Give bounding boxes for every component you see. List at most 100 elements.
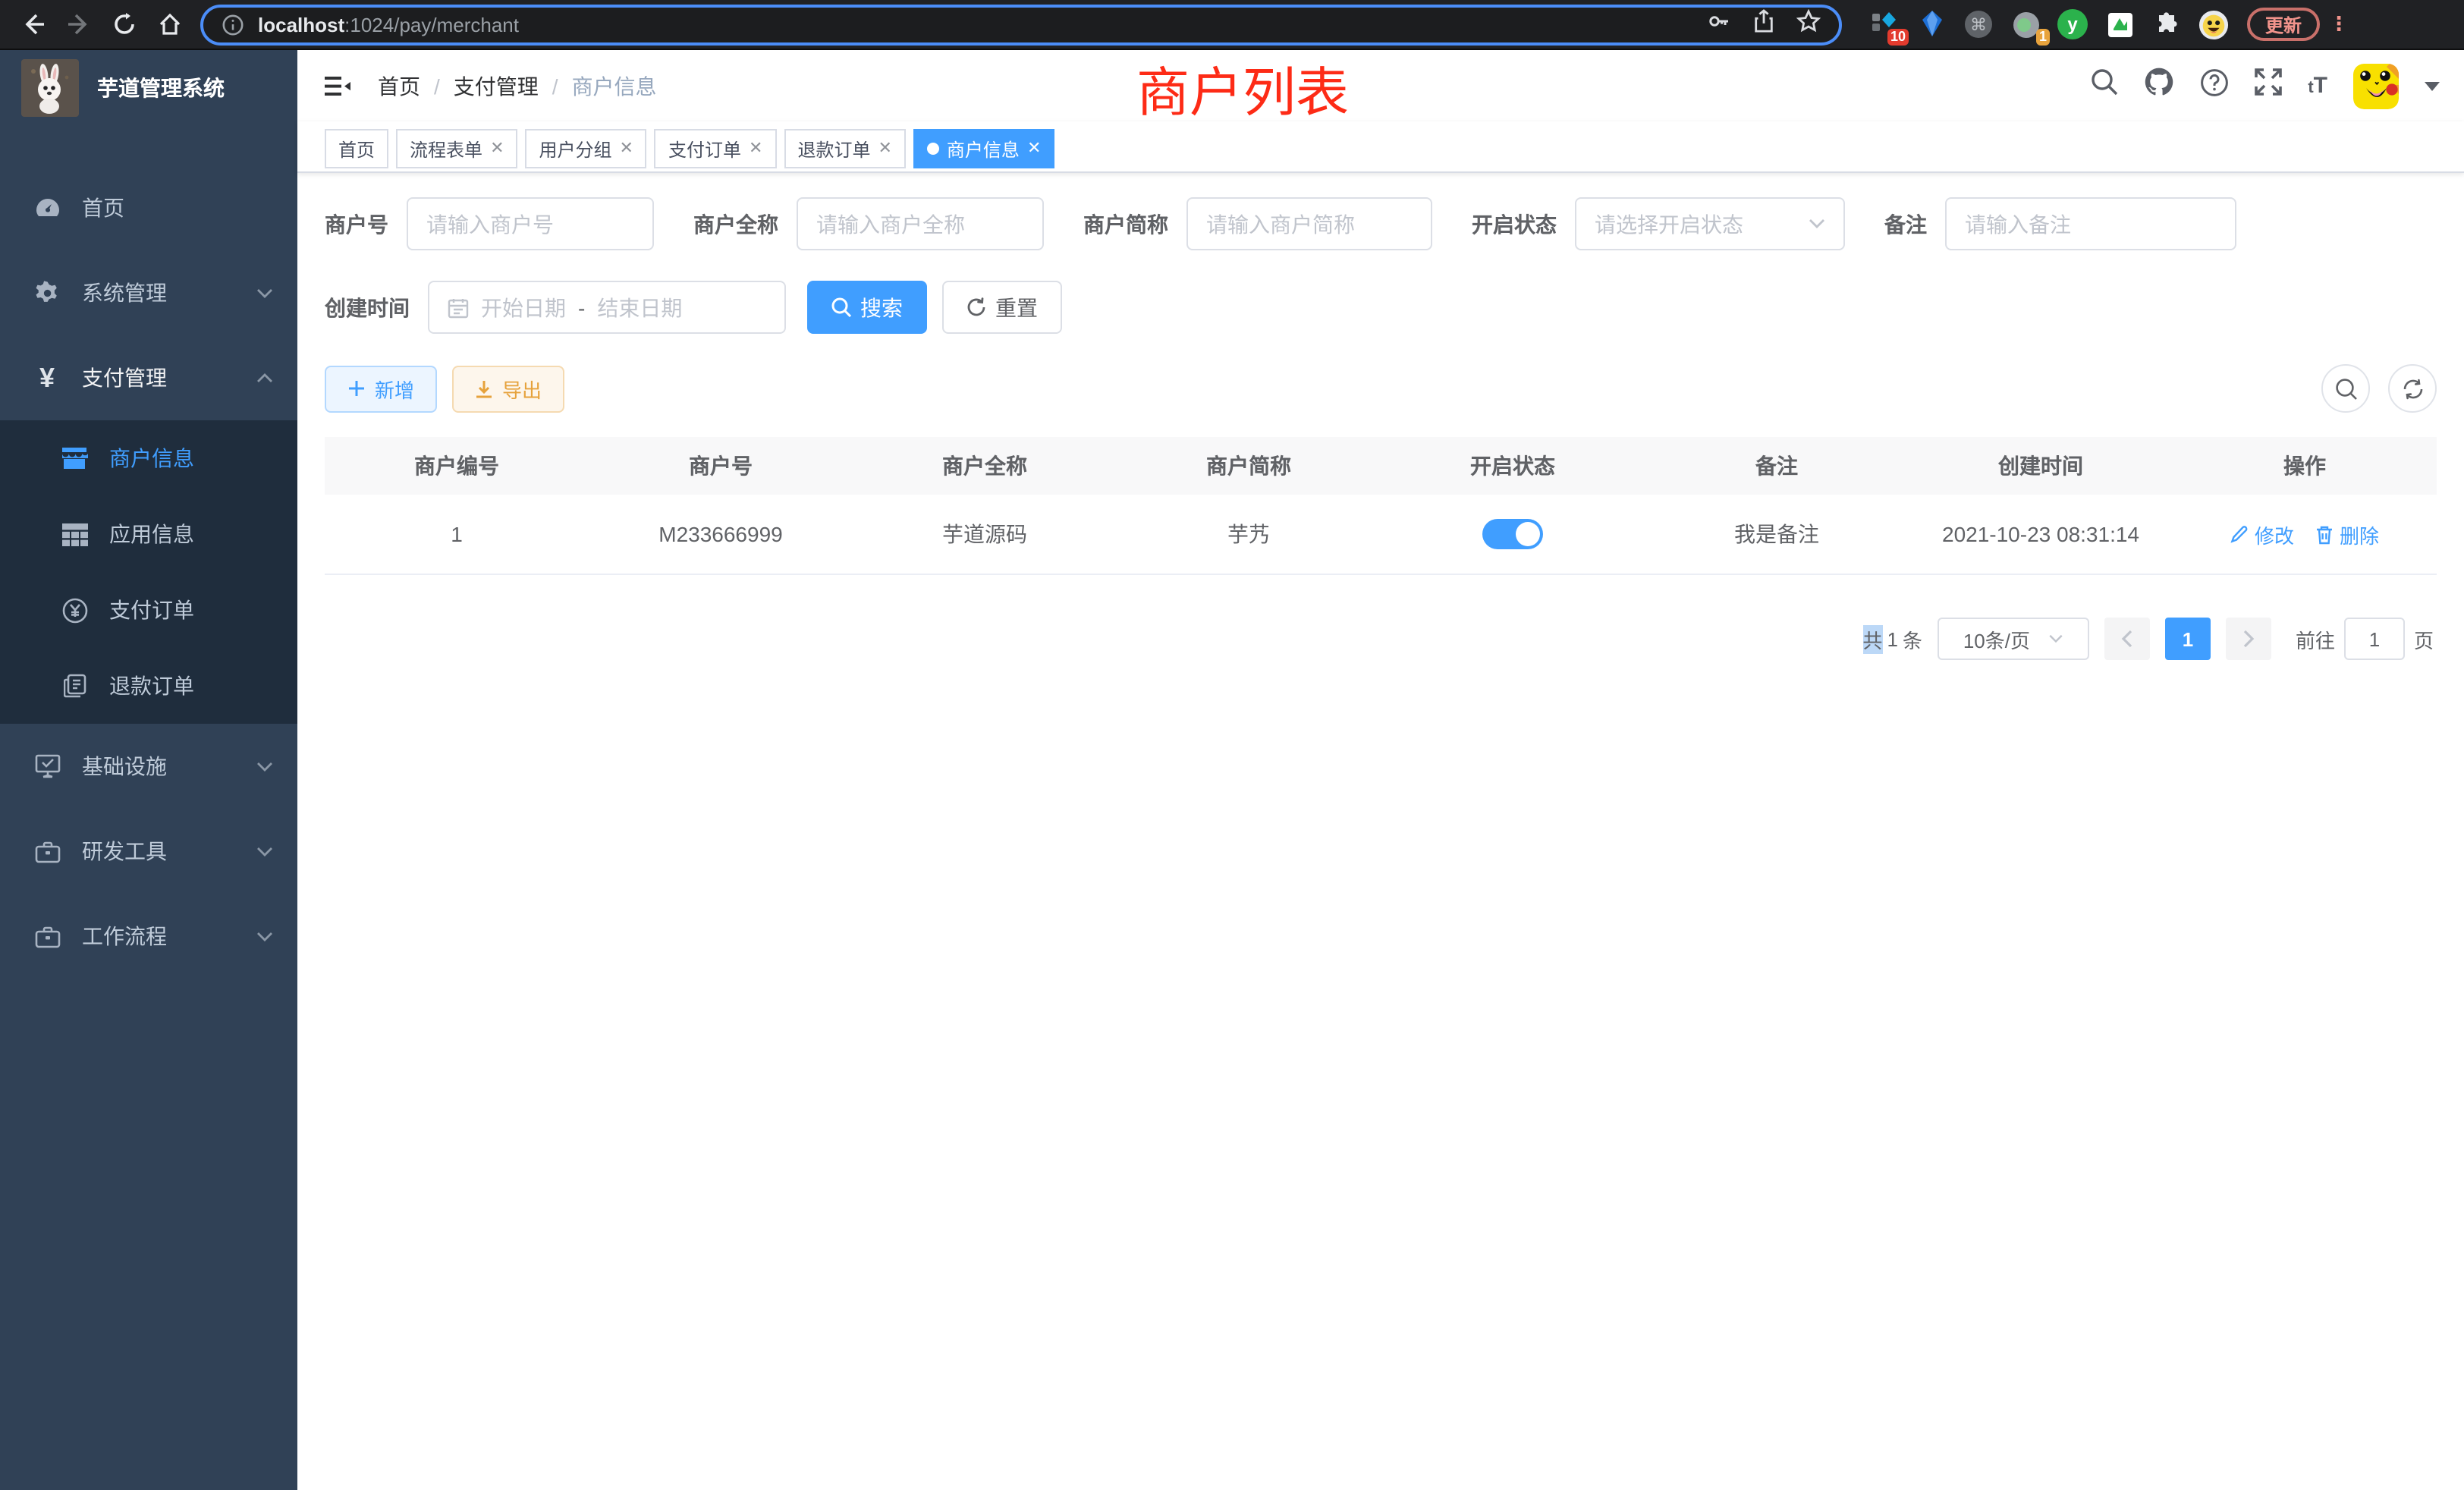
extension-circle-icon[interactable]: 1: [2010, 9, 2041, 39]
extension-command-icon[interactable]: ⌘: [1963, 9, 1994, 39]
document-icon: [61, 674, 88, 698]
toolbox-icon: [33, 840, 61, 863]
create-time-label: 创建时间: [325, 292, 410, 322]
extensions-puzzle-icon[interactable]: [2151, 9, 2182, 39]
create-time-range-picker[interactable]: 开始日期 - 结束日期: [428, 281, 786, 334]
page-number-button[interactable]: 1: [2165, 618, 2211, 660]
tab-merchant-info[interactable]: 商户信息✕: [913, 129, 1054, 168]
breadcrumb-home[interactable]: 首页: [378, 71, 420, 101]
search-icon[interactable]: [2091, 68, 2118, 103]
sidebar-item-home[interactable]: 首页: [0, 165, 297, 250]
avatar-caret-icon[interactable]: [2425, 81, 2440, 90]
sidebar-item-workflow[interactable]: 工作流程: [0, 894, 297, 979]
sidebar-item-label: 商户信息: [109, 443, 194, 473]
sidebar-item-label: 首页: [82, 193, 124, 223]
sidebar-item-label: 支付订单: [109, 595, 194, 625]
font-size-icon[interactable]: tT: [2308, 73, 2327, 99]
browser-home-icon[interactable]: [152, 6, 188, 42]
breadcrumb-pay[interactable]: 支付管理: [454, 71, 539, 101]
merchant-no-input[interactable]: [407, 197, 654, 250]
full-name-input[interactable]: [797, 197, 1044, 250]
merchant-no-label: 商户号: [325, 209, 388, 239]
delete-link[interactable]: 删除: [2315, 520, 2379, 549]
sidebar-fold-icon[interactable]: [325, 75, 350, 96]
sidebar-item-pay-order[interactable]: 支付订单: [0, 572, 297, 648]
add-button[interactable]: 新增: [325, 365, 437, 412]
sidebar-item-pay[interactable]: ¥ 支付管理: [0, 335, 297, 420]
refresh-table-button[interactable]: [2388, 364, 2437, 413]
browser-update-button[interactable]: 更新: [2247, 8, 2320, 41]
sidebar-item-label: 基础设施: [82, 751, 167, 781]
chevron-down-icon: [256, 846, 273, 857]
page-info-icon[interactable]: [222, 13, 244, 36]
status-toggle[interactable]: [1482, 519, 1543, 549]
close-icon[interactable]: ✕: [878, 140, 891, 157]
user-avatar[interactable]: [2353, 63, 2399, 108]
sidebar-menu: 首页 系统管理 ¥ 支付管理: [0, 165, 297, 979]
tab-process-form[interactable]: 流程表单✕: [396, 129, 517, 168]
cell-create-time: 2021-10-23 08:31:14: [1909, 522, 2173, 546]
remark-input[interactable]: [1945, 197, 2236, 250]
github-icon[interactable]: [2144, 67, 2174, 105]
extension-grid-icon[interactable]: 10: [1869, 9, 1900, 39]
tab-pay-order[interactable]: 支付订单✕: [655, 129, 776, 168]
share-icon[interactable]: [1752, 8, 1775, 40]
search-button[interactable]: 搜索: [807, 281, 927, 334]
url-host: localhost: [258, 13, 344, 36]
sidebar-item-app-info[interactable]: 应用信息: [0, 496, 297, 572]
sidebar-item-dev-tools[interactable]: 研发工具: [0, 809, 297, 894]
sidebar-item-system[interactable]: 系统管理: [0, 250, 297, 335]
cell-merchant-id: 1: [325, 522, 589, 546]
browser-back-icon[interactable]: [15, 6, 52, 42]
app-title: 芋道管理系统: [97, 73, 225, 103]
status-label: 开启状态: [1472, 209, 1557, 239]
logo-rabbit-image: [21, 59, 79, 117]
browser-forward-icon[interactable]: [61, 6, 97, 42]
extension-gem-icon[interactable]: [1916, 9, 1947, 39]
plus-icon: [347, 379, 366, 398]
tab-home[interactable]: 首页: [325, 129, 388, 168]
col-header: 商户全称: [853, 451, 1117, 481]
sidebar-item-label: 研发工具: [82, 836, 167, 866]
tab-user-group[interactable]: 用户分组✕: [526, 129, 647, 168]
reset-button[interactable]: 重置: [942, 281, 1062, 334]
extension-y-icon[interactable]: y: [2057, 9, 2088, 39]
address-bar[interactable]: localhost:1024/pay/merchant: [200, 4, 1842, 45]
status-select[interactable]: 请选择开启状态: [1575, 197, 1845, 250]
goto-page: 前往 页: [2296, 618, 2434, 660]
close-icon[interactable]: ✕: [490, 140, 504, 157]
export-button[interactable]: 导出: [452, 365, 564, 412]
cell-short-name: 芋艿: [1117, 519, 1381, 549]
edit-link[interactable]: 修改: [2230, 520, 2294, 549]
browser-reload-icon[interactable]: [106, 6, 143, 42]
url-text[interactable]: localhost:1024/pay/merchant: [258, 13, 519, 36]
profile-avatar-emoji[interactable]: [2198, 9, 2229, 39]
sidebar-logo[interactable]: 芋道管理系统: [0, 50, 297, 126]
close-icon[interactable]: ✕: [1027, 140, 1041, 157]
tab-refund-order[interactable]: 退款订单✕: [784, 129, 905, 168]
help-icon[interactable]: [2200, 68, 2229, 104]
sidebar-item-merchant-info[interactable]: 商户信息: [0, 420, 297, 496]
close-icon[interactable]: ✕: [620, 140, 633, 157]
bookmark-star-icon[interactable]: [1796, 8, 1821, 40]
sidebar: 芋道管理系统 首页 系统管理: [0, 50, 297, 1490]
actions-row: 新增 导出: [325, 364, 2437, 413]
goto-page-input[interactable]: [2344, 618, 2405, 660]
extension-notes-icon[interactable]: [2104, 9, 2135, 39]
pagination: 共1条 10条/页 1: [325, 618, 2437, 660]
browser-menu-icon[interactable]: ⋮: [2329, 17, 2349, 32]
sidebar-item-refund-order[interactable]: 退款订单: [0, 648, 297, 724]
fullscreen-icon[interactable]: [2255, 68, 2282, 103]
show-search-toggle-button[interactable]: [2321, 364, 2370, 413]
short-name-input[interactable]: [1186, 197, 1432, 250]
app-header: 首页 / 支付管理 / 商户信息 商户列表: [297, 50, 2464, 121]
extensions-row: 10 ⌘ 1 y: [1869, 9, 2229, 39]
close-icon[interactable]: ✕: [749, 140, 762, 157]
passwords-key-icon[interactable]: [1707, 8, 1731, 40]
cell-remark: 我是备注: [1645, 519, 1909, 549]
sidebar-item-infra[interactable]: 基础设施: [0, 724, 297, 809]
prev-page-button[interactable]: [2104, 618, 2150, 660]
page-size-select[interactable]: 10条/页: [1938, 618, 2089, 660]
next-page-button[interactable]: [2226, 618, 2271, 660]
calendar-icon: [448, 297, 469, 318]
